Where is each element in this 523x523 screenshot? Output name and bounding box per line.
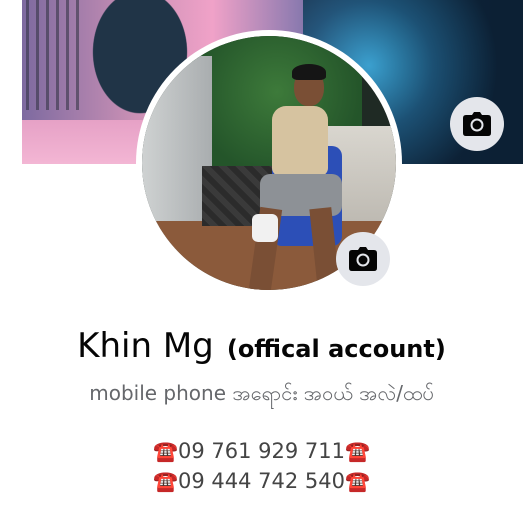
- profile-name-row: Khin Mg (offical account): [0, 326, 523, 366]
- telephone-icon: ☎️: [345, 439, 370, 463]
- avatar-person-bandage: [252, 214, 278, 242]
- cover-railing: [26, 0, 86, 110]
- avatar-person-shirt: [272, 106, 328, 176]
- edit-cover-photo-button[interactable]: [450, 97, 504, 151]
- camera-icon: [463, 112, 491, 136]
- telephone-icon: ☎️: [153, 439, 178, 463]
- phone-number[interactable]: 09 444 742 540: [178, 469, 345, 493]
- phone-line: ☎️09 761 929 711☎️: [0, 439, 523, 463]
- edit-profile-picture-button[interactable]: [336, 232, 390, 286]
- avatar-person-hair: [292, 64, 326, 80]
- phone-line: ☎️09 444 742 540☎️: [0, 469, 523, 493]
- camera-icon: [349, 247, 377, 271]
- telephone-icon: ☎️: [345, 469, 370, 493]
- profile-name: Khin Mg: [77, 326, 214, 366]
- telephone-icon: ☎️: [153, 469, 178, 493]
- profile-name-suffix: (offical account): [226, 335, 446, 363]
- phone-number[interactable]: 09 761 929 711: [178, 439, 345, 463]
- profile-bio: mobile phone အရောင်း အဝယ် အလဲ/ထပ်: [89, 381, 434, 405]
